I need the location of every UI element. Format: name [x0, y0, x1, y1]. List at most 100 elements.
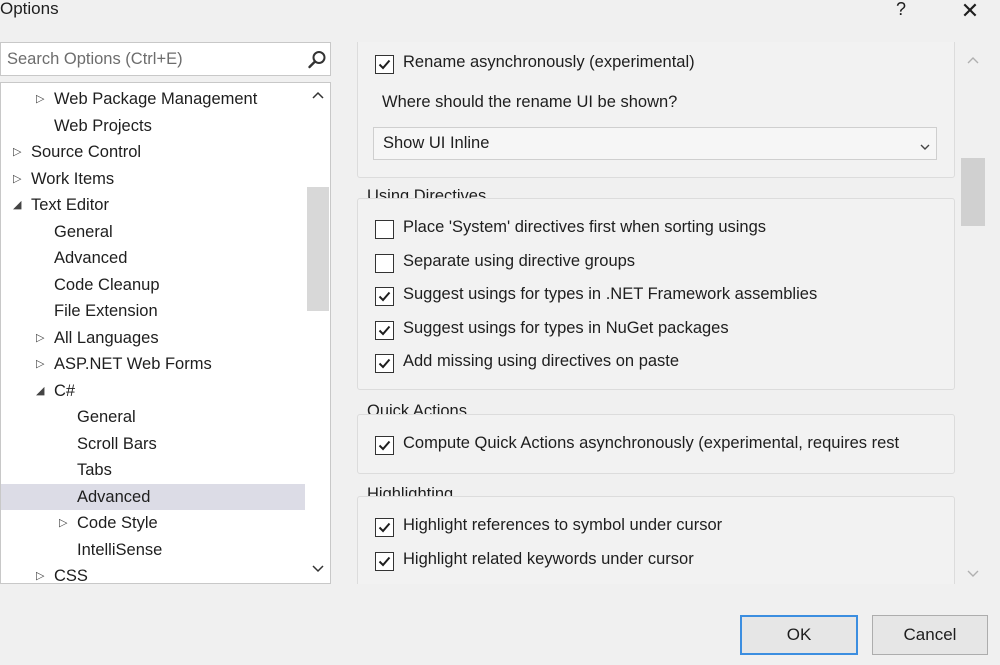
tree-item-label: ASP.NET Web Forms — [54, 355, 212, 373]
collapse-arrow-icon[interactable]: ◢ — [36, 378, 44, 405]
tree-item-advanced[interactable]: Advanced — [1, 483, 305, 510]
tree-item-label: General — [54, 222, 113, 241]
tree-item-code-style[interactable]: ▷ Code Style — [1, 510, 305, 537]
option-suggest-usings-for-types-in-net-framewor[interactable]: Suggest usings for types in .NET Framewo… — [375, 284, 965, 310]
rename-ui-location-dropdown[interactable]: Show UI Inline — [373, 127, 937, 160]
content-scroll-thumb[interactable] — [961, 158, 985, 226]
checkbox-label: Highlight references to symbol under cur… — [403, 516, 723, 534]
checkbox[interactable] — [375, 253, 394, 273]
rename-async-checkbox-row[interactable]: Rename asynchronously (experimental) — [375, 52, 965, 78]
help-button[interactable]: ? — [893, 0, 909, 19]
tree-item-label: Web Package Management — [54, 90, 258, 108]
checkbox[interactable] — [375, 518, 394, 537]
tree-item-label: Advanced — [54, 249, 128, 267]
option-highlight-related-keywords-under-cursor[interactable]: Highlight related keywords under cursor — [375, 549, 965, 575]
tree-item-label: Work Items — [31, 169, 115, 188]
option-place-system-directives-first-when-sorti[interactable]: Place 'System' directives first when sor… — [375, 217, 965, 243]
scroll-up-arrow-icon[interactable] — [312, 89, 324, 101]
search-box — [0, 42, 331, 76]
option-suggest-usings-for-types-in-nuget-packag[interactable]: Suggest usings for types in NuGet packag… — [375, 318, 965, 344]
options-tree: ▷ Web Package Management Web Projects ▷ Sour… — [0, 82, 331, 584]
checkbox[interactable] — [375, 220, 394, 239]
tree-item-label: Advanced — [77, 487, 151, 506]
checkbox[interactable] — [375, 320, 394, 340]
options-content: Rename asynchronously (experimental) Whe… — [343, 42, 993, 584]
tree-item-label: Scroll Bars — [77, 434, 157, 453]
checkbox-label: Add missing using directives on paste — [403, 352, 680, 370]
tree-item-web-package-management[interactable]: ▷ Web Package Management — [1, 86, 305, 113]
tree-item-general[interactable]: General — [1, 219, 305, 246]
tree-item-label: Source Control — [31, 143, 142, 161]
quick-actions-group: Compute Quick Actions asynchronously (ex… — [357, 414, 955, 474]
tree-item-asp-net-web-forms[interactable]: ▷ ASP.NET Web Forms — [1, 351, 305, 378]
expand-arrow-icon[interactable]: ▷ — [36, 325, 44, 352]
tree-item-code-cleanup[interactable]: Code Cleanup — [1, 272, 305, 299]
expand-arrow-icon[interactable]: ▷ — [13, 166, 21, 193]
checkbox[interactable] — [375, 552, 394, 571]
checkbox[interactable] — [375, 287, 394, 306]
checkbox[interactable] — [375, 436, 394, 455]
tree-item-intellisense[interactable]: IntelliSense — [1, 537, 305, 564]
chevron-down-icon — [920, 139, 930, 150]
tree-item-label: Code Style — [77, 514, 158, 532]
tree-item-web-projects[interactable]: Web Projects — [1, 113, 305, 140]
tree-scroll-thumb[interactable] — [307, 187, 329, 311]
tree-item-c[interactable]: ◢ C# — [1, 378, 305, 405]
tree-item-css[interactable]: ▷ CSS — [1, 563, 305, 584]
search-icon[interactable] — [307, 50, 327, 70]
rename-where-label: Where should the rename UI be shown? — [382, 93, 678, 111]
close-button[interactable]: ✕ — [956, 0, 984, 23]
tree-item-label: All Languages — [54, 328, 159, 347]
checkbox-label: Compute Quick Actions asynchronously (ex… — [403, 434, 900, 452]
tree-item-label: File Extension — [54, 302, 158, 320]
title-bar: Options ? ✕ — [0, 0, 1000, 23]
tree-item-all-languages[interactable]: ▷ All Languages — [1, 325, 305, 352]
dropdown-value: Show UI Inline — [383, 134, 490, 152]
tree-item-label: CSS — [54, 567, 88, 584]
tree-item-general[interactable]: General — [1, 404, 305, 431]
checkbox-label: Highlight related keywords under cursor — [403, 550, 694, 568]
option-highlight-references-to-symbol-under-cur[interactable]: Highlight references to symbol under cur… — [375, 515, 965, 541]
tree-item-file-extension[interactable]: File Extension — [1, 298, 305, 325]
tree-item-label: IntelliSense — [77, 540, 163, 559]
scroll-down-arrow-icon[interactable] — [967, 566, 979, 577]
tree-item-label: Text Editor — [31, 196, 109, 214]
scroll-down-arrow-icon[interactable] — [312, 561, 324, 573]
tree-item-label: Tabs — [77, 461, 112, 479]
checkbox-label: Suggest usings for types in .NET Framewo… — [403, 285, 818, 303]
tree-item-label: Code Cleanup — [54, 275, 160, 294]
expand-arrow-icon[interactable]: ▷ — [36, 563, 44, 583]
content-scrollbar[interactable] — [957, 42, 989, 584]
checkbox-label: Rename asynchronously (experimental) — [403, 53, 695, 71]
option-add-missing-using-directives-on-paste[interactable]: Add missing using directives on paste — [375, 351, 965, 377]
option-separate-using-directive-groups[interactable]: Separate using directive groups — [375, 251, 965, 277]
expand-arrow-icon[interactable]: ▷ — [36, 86, 44, 113]
ok-button[interactable]: OK — [740, 615, 858, 655]
tree-item-work-items[interactable]: ▷ Work Items — [1, 166, 305, 193]
rename-group: Rename asynchronously (experimental) Whe… — [357, 42, 955, 178]
checkbox[interactable] — [375, 55, 394, 74]
expand-arrow-icon[interactable]: ▷ — [36, 351, 44, 378]
tree-item-text-editor[interactable]: ◢ Text Editor — [1, 192, 305, 219]
tree-scrollbar[interactable] — [306, 83, 330, 583]
tree-item-label: C# — [54, 381, 76, 400]
collapse-arrow-icon[interactable]: ◢ — [13, 192, 21, 219]
window-title: Options — [0, 0, 59, 18]
tree-item-scroll-bars[interactable]: Scroll Bars — [1, 431, 305, 458]
tree-item-tabs[interactable]: Tabs — [1, 457, 305, 484]
checkbox[interactable] — [375, 354, 394, 373]
expand-arrow-icon[interactable]: ▷ — [59, 510, 67, 537]
expand-arrow-icon[interactable]: ▷ — [13, 139, 21, 166]
scroll-up-arrow-icon[interactable] — [967, 52, 979, 64]
tree-item-source-control[interactable]: ▷ Source Control — [1, 139, 305, 166]
checkbox-label: Separate using directive groups — [403, 251, 636, 270]
tree-item-advanced[interactable]: Advanced — [1, 245, 305, 272]
checkbox-label: Suggest usings for types in NuGet packag… — [403, 318, 729, 337]
checkbox-label: Place 'System' directives first when sor… — [403, 218, 767, 236]
tree-item-label: Web Projects — [54, 116, 152, 135]
search-input[interactable] — [7, 43, 297, 75]
option-compute-quick-actions-asynchronously-exp[interactable]: Compute Quick Actions asynchronously (ex… — [375, 433, 965, 459]
cancel-button[interactable]: Cancel — [872, 615, 988, 655]
highlighting-group: Highlight references to symbol under cur… — [357, 496, 955, 584]
using-directives-group: Place 'System' directives first when sor… — [357, 198, 955, 390]
